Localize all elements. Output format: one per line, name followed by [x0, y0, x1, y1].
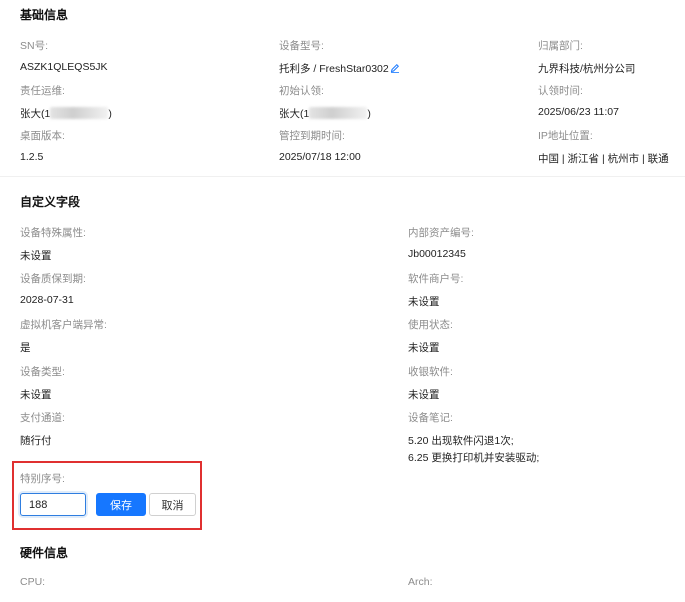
- hardware-info-title: 硬件信息: [20, 546, 69, 560]
- device-notes-line-1: 5.20 出现软件闪退1次;: [408, 435, 514, 447]
- claim-time-value: 2025/06/23 11:07: [538, 106, 619, 118]
- payment-channel-value: 随行付: [20, 435, 52, 447]
- merchant-id-label: 软件商户号:: [408, 273, 464, 285]
- usage-status-value: 未设置: [408, 342, 440, 354]
- vm-client-value: 是: [20, 342, 31, 354]
- section-divider: [0, 176, 685, 177]
- device-type-label: 设备类型:: [20, 366, 65, 378]
- warranty-value: 2028-07-31: [20, 294, 74, 306]
- desktop-version-value: 1.2.5: [20, 151, 44, 163]
- asset-number-value: Jb00012345: [408, 248, 466, 260]
- warranty-label: 设备质保到期:: [20, 273, 86, 285]
- model-label: 设备型号:: [279, 40, 324, 52]
- ops-owner-value-row: 张大(1): [20, 106, 112, 121]
- special-attr-value: 未设置: [20, 250, 52, 262]
- initial-claim-suffix: ): [367, 108, 371, 120]
- device-notes-line-2: 6.25 更换打印机并安装驱动;: [408, 452, 540, 464]
- initial-claim-label: 初始认领:: [279, 85, 324, 97]
- cpu-label: CPU:: [20, 576, 46, 588]
- ip-location-label: IP地址位置:: [538, 130, 593, 142]
- ip-location-value: 中国 | 浙江省 | 杭州市 | 联通: [538, 153, 669, 165]
- sn-value: ASZK1QLEQS5JK: [20, 61, 108, 73]
- payment-channel-label: 支付通道:: [20, 412, 65, 424]
- special-serial-label: 特别序号:: [20, 473, 65, 485]
- pos-software-label: 收银软件:: [408, 366, 453, 378]
- model-value: 托利多 / FreshStar0302: [279, 63, 389, 75]
- initial-claim-value: 张大(1: [279, 108, 310, 120]
- department-value: 九界科技/杭州分公司: [538, 63, 636, 75]
- control-expiry-label: 管控到期时间:: [279, 130, 345, 142]
- initial-claim-value-row: 张大(1): [279, 106, 371, 121]
- department-label: 归属部门:: [538, 40, 583, 52]
- cancel-button[interactable]: 取消: [149, 493, 196, 516]
- special-attr-label: 设备特殊属性:: [20, 227, 86, 239]
- usage-status-label: 使用状态:: [408, 319, 453, 331]
- ops-owner-value: 张大(1: [20, 108, 51, 120]
- ops-owner-label: 责任运维:: [20, 85, 65, 97]
- merchant-id-value: 未设置: [408, 296, 440, 308]
- vm-client-label: 虚拟机客户端异常:: [20, 319, 107, 331]
- device-notes-label: 设备笔记:: [408, 412, 453, 424]
- control-expiry-value: 2025/07/18 12:00: [279, 151, 361, 163]
- device-type-value: 未设置: [20, 389, 52, 401]
- model-value-row: 托利多 / FreshStar0302: [279, 61, 400, 76]
- redacted-phone: [309, 107, 368, 119]
- custom-fields-title: 自定义字段: [20, 195, 81, 209]
- save-button[interactable]: 保存: [96, 493, 146, 516]
- arch-label: Arch:: [408, 576, 433, 588]
- pencil-icon[interactable]: [390, 63, 400, 73]
- ops-owner-suffix: ): [108, 108, 112, 120]
- desktop-version-label: 桌面版本:: [20, 130, 65, 142]
- special-serial-input[interactable]: [20, 493, 86, 516]
- basic-info-title: 基础信息: [20, 8, 69, 22]
- pos-software-value: 未设置: [408, 389, 440, 401]
- claim-time-label: 认领时间:: [538, 85, 583, 97]
- redacted-phone: [50, 107, 109, 119]
- asset-number-label: 内部资产编号:: [408, 227, 474, 239]
- sn-label: SN号:: [20, 40, 49, 52]
